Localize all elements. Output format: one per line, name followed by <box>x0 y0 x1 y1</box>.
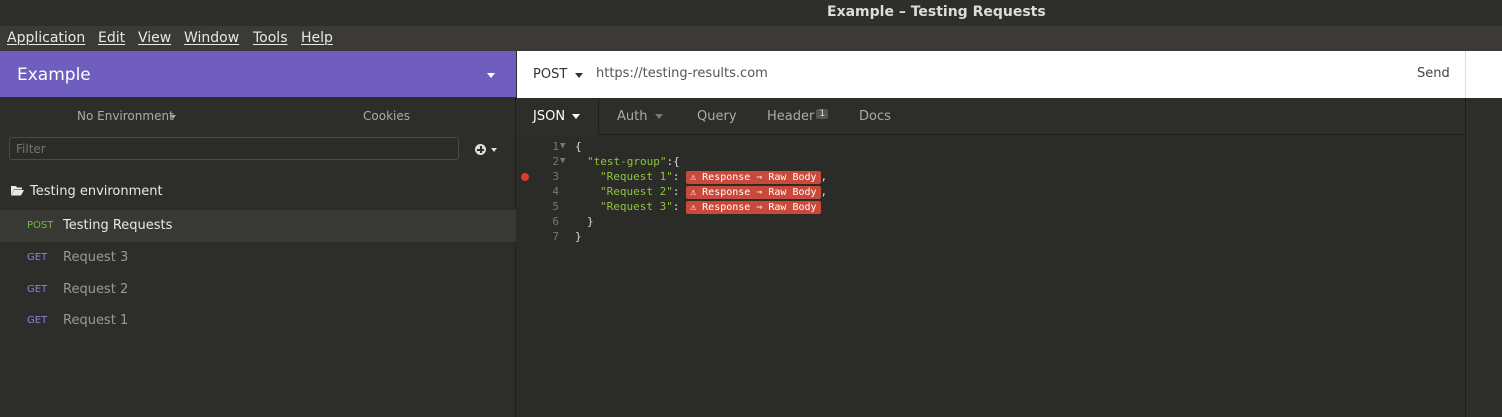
sidebar: Example No Environment Cookies Testing e… <box>0 51 516 417</box>
url-input[interactable]: https://testing-results.com <box>596 66 768 81</box>
window-title: Example – Testing Requests <box>827 4 1046 20</box>
request-name: Testing Requests <box>63 218 173 233</box>
chevron-down-icon[interactable] <box>575 73 583 78</box>
code-line: 2 ▼ "test-group":{ <box>517 155 1465 170</box>
menu-application[interactable]: Application <box>7 30 85 46</box>
code-line: 5 "Request 3": ⚠ Response ⇒ Raw Body <box>517 200 1465 215</box>
menu-window[interactable]: Window <box>184 30 239 46</box>
tab-json-label: JSON <box>533 109 566 124</box>
response-tag[interactable]: ⚠ Response ⇒ Raw Body <box>686 185 821 199</box>
line-number: 1 <box>552 140 559 153</box>
fold-arrow-icon[interactable]: ▼ <box>560 141 565 151</box>
line-number: 7 <box>552 230 559 243</box>
folder-item[interactable]: Testing environment <box>0 175 516 205</box>
request-tabs: JSON Auth Query Header 1 Docs <box>517 98 1465 135</box>
response-tag[interactable]: ⚠ Response ⇒ Raw Body <box>686 200 821 214</box>
code-line: 1 ▼ { <box>517 140 1465 155</box>
code-line: 7 } <box>517 230 1465 245</box>
menu-view[interactable]: View <box>138 30 171 46</box>
code-text: } <box>587 215 594 228</box>
code-text: "Request 2": ⚠ Response ⇒ Raw Body, <box>600 185 828 199</box>
chevron-down-icon <box>170 115 176 119</box>
code-line: 6 } <box>517 215 1465 230</box>
url-bar: POST https://testing-results.com Send <box>517 51 1502 98</box>
json-key: "test-group" <box>587 155 667 168</box>
menu-bar: Application Edit View Window Tools Help <box>0 26 1502 51</box>
code-line: 3 "Request 1": ⚠ Response ⇒ Raw Body, <box>517 170 1465 185</box>
request-name: Request 3 <box>63 250 129 265</box>
divider <box>1465 51 1466 98</box>
chevron-down-icon <box>654 114 663 119</box>
folder-label: Testing environment <box>30 184 163 199</box>
chevron-down-icon[interactable] <box>491 148 497 152</box>
code-line: 4 "Request 2": ⚠ Response ⇒ Raw Body, <box>517 185 1465 200</box>
request-item[interactable]: GET Request 3 <box>0 242 516 274</box>
send-button[interactable]: Send <box>1417 66 1450 81</box>
tab-docs[interactable]: Docs <box>859 109 891 124</box>
environment-row: No Environment Cookies <box>0 97 516 135</box>
method-selector[interactable]: POST <box>533 67 567 82</box>
filter-input[interactable] <box>9 137 459 160</box>
menu-tools[interactable]: Tools <box>253 30 288 46</box>
menu-help[interactable]: Help <box>301 30 333 46</box>
cookies-button[interactable]: Cookies <box>363 109 410 123</box>
code-text: "Request 1": ⚠ Response ⇒ Raw Body, <box>600 170 828 184</box>
response-tag[interactable]: ⚠ Response ⇒ Raw Body <box>686 170 821 184</box>
json-punct: :{ <box>666 155 680 168</box>
error-dot-icon <box>521 173 529 181</box>
request-method: GET <box>27 284 48 295</box>
line-number: 2 <box>552 155 559 168</box>
json-editor[interactable]: 1 ▼ { 2 ▼ "test-group":{ 3 "Request 1": … <box>517 136 1465 417</box>
line-number: 4 <box>552 185 559 198</box>
fold-arrow-icon[interactable]: ▼ <box>560 156 565 166</box>
request-item[interactable]: GET Request 2 <box>0 274 516 306</box>
code-text: "Request 3": ⚠ Response ⇒ Raw Body <box>600 200 821 214</box>
environment-selector[interactable]: No Environment <box>77 109 174 123</box>
request-method: GET <box>27 252 48 263</box>
response-pane-edge <box>1465 98 1502 417</box>
tab-query[interactable]: Query <box>697 109 737 124</box>
tab-auth[interactable]: Auth <box>617 109 663 124</box>
json-key: "Request 1" <box>600 170 673 183</box>
add-plus-icon[interactable] <box>475 144 486 155</box>
request-method: GET <box>27 315 48 326</box>
tab-header-label: Header <box>767 109 815 124</box>
workspace-name: Example <box>17 65 91 85</box>
request-item[interactable]: GET Request 1 <box>0 305 516 337</box>
code-text: { <box>575 140 582 153</box>
tab-auth-label: Auth <box>617 109 648 124</box>
code-text: "test-group":{ <box>587 155 680 168</box>
folder-open-icon <box>11 186 24 196</box>
json-key: "Request 3" <box>600 200 673 213</box>
json-key: "Request 2" <box>600 185 673 198</box>
workspace-header[interactable]: Example <box>0 51 516 97</box>
menu-edit[interactable]: Edit <box>98 30 125 46</box>
header-count-badge: 1 <box>816 109 829 119</box>
json-punct: , <box>820 185 828 198</box>
tab-json[interactable]: JSON <box>533 109 581 124</box>
title-bar: Example – Testing Requests <box>0 0 1502 26</box>
line-number: 5 <box>552 200 559 213</box>
line-number: 3 <box>552 170 559 183</box>
tab-header[interactable]: Header 1 <box>767 109 829 124</box>
request-item[interactable]: POST Testing Requests <box>0 210 516 242</box>
line-number: 6 <box>552 215 559 228</box>
request-name: Request 1 <box>63 313 129 328</box>
code-text: } <box>575 230 582 243</box>
chevron-down-icon <box>572 114 581 119</box>
request-name: Request 2 <box>63 282 129 297</box>
chevron-down-icon <box>487 73 495 78</box>
json-punct: , <box>820 170 828 183</box>
request-method: POST <box>27 220 54 231</box>
